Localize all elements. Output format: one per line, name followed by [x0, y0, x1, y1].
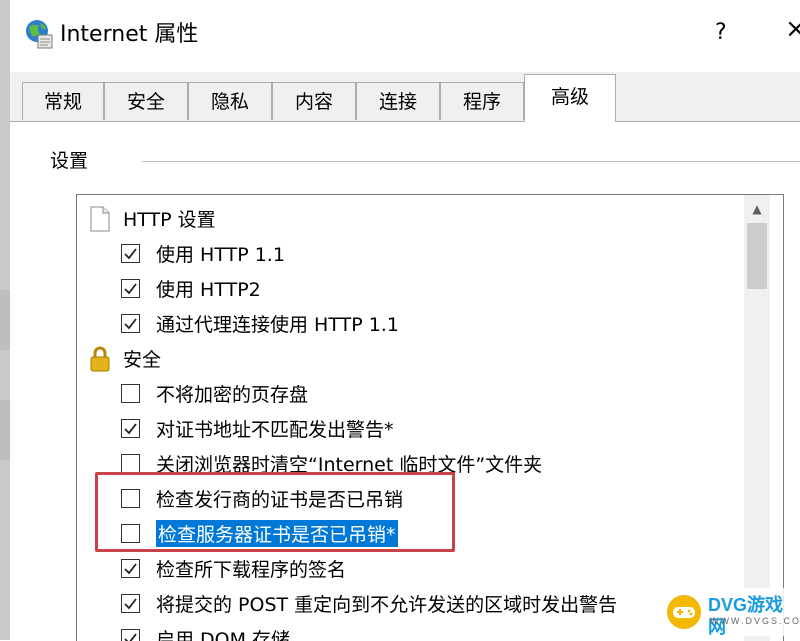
vertical-scrollbar[interactable]: ▲: [744, 195, 770, 641]
checkbox[interactable]: [121, 454, 140, 473]
list-item-label: 使用 HTTP2: [156, 279, 261, 301]
tab-content[interactable]: 内容: [272, 82, 356, 120]
list-item[interactable]: 使用 HTTP 1.1: [121, 236, 285, 271]
background-window-edge-segment: [0, 290, 10, 350]
background-window-edge: [0, 0, 10, 640]
checkbox[interactable]: [121, 419, 140, 438]
watermark-subtext: WWW.DVGS.COM: [710, 616, 800, 626]
gamepad-logo-icon: [667, 595, 701, 629]
scroll-thumb[interactable]: [747, 223, 767, 289]
list-item-label: 检查所下载程序的签名: [156, 559, 347, 581]
tab-security[interactable]: 安全: [104, 82, 188, 120]
tab-connections[interactable]: 连接: [356, 82, 440, 120]
checkbox[interactable]: [121, 279, 140, 298]
checkbox[interactable]: [121, 244, 140, 263]
list-group-label: HTTP 设置: [123, 209, 216, 231]
annotation-highlight-box: [95, 472, 455, 552]
settings-group-label: 设置: [50, 150, 89, 172]
list-item[interactable]: 不将加密的页存盘: [121, 376, 308, 411]
tab-privacy[interactable]: 隐私: [188, 82, 272, 120]
watermark: DVG游戏网 WWW.DVGS.COM: [660, 588, 800, 637]
list-item-label: 通过代理连接使用 HTTP 1.1: [156, 314, 399, 336]
settings-divider: [142, 161, 800, 162]
list-item[interactable]: 检查所下载程序的签名: [121, 551, 346, 586]
window-title: Internet 属性: [60, 22, 199, 47]
list-item[interactable]: 使用 HTTP2: [121, 271, 261, 306]
list-item[interactable]: 通过代理连接使用 HTTP 1.1: [121, 306, 399, 341]
settings-list[interactable]: HTTP 设置 使用 HTTP 1.1 使用 HTTP2 通过代理连接使用 HT…: [76, 194, 784, 641]
checkbox[interactable]: [121, 594, 140, 613]
close-button[interactable]: ×: [785, 14, 800, 44]
tab-programs[interactable]: 程序: [440, 82, 524, 120]
tab-bar: 常规 安全 隐私 内容 连接 程序 高级: [10, 72, 800, 122]
checkbox[interactable]: [121, 629, 140, 641]
list-item-label: 启用 DOM 存储: [156, 629, 291, 641]
list-group-security: 安全: [89, 341, 161, 376]
scroll-up-arrow-icon[interactable]: ▲: [744, 197, 770, 221]
checkbox[interactable]: [121, 384, 140, 403]
list-group-http: HTTP 设置: [89, 201, 216, 236]
help-button[interactable]: ?: [715, 18, 727, 48]
checkbox[interactable]: [121, 314, 140, 333]
list-item[interactable]: 对证书地址不匹配发出警告*: [121, 411, 394, 446]
tab-advanced[interactable]: 高级: [524, 74, 616, 122]
list-item-label: 使用 HTTP 1.1: [156, 244, 285, 266]
title-bar: Internet 属性 ? ×: [10, 0, 800, 72]
background-window-edge-segment: [0, 400, 10, 460]
checkbox[interactable]: [121, 559, 140, 578]
tab-general[interactable]: 常规: [22, 82, 104, 120]
list-item-label: 对证书地址不匹配发出警告*: [156, 419, 394, 441]
advanced-panel: 设置 HTTP 设置 使用 HTTP 1.1 使用 HTTP2 通过代理连接使用…: [10, 122, 800, 641]
page-icon: [90, 206, 110, 231]
list-item-label: 不将加密的页存盘: [156, 384, 309, 406]
list-group-label: 安全: [123, 349, 162, 371]
lock-icon: [90, 346, 110, 371]
list-item-label: 将提交的 POST 重定向到不允许发送的区域时发出警告: [156, 594, 618, 616]
internet-options-icon: [26, 20, 53, 49]
list-item[interactable]: 将提交的 POST 重定向到不允许发送的区域时发出警告: [121, 586, 617, 621]
list-item[interactable]: 启用 DOM 存储: [121, 621, 290, 641]
